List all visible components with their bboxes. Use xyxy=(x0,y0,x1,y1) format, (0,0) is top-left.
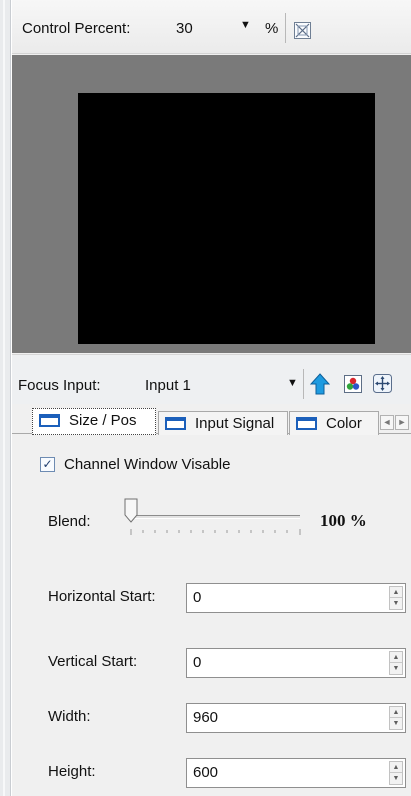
tab-label: Size / Pos xyxy=(69,412,137,429)
window-left-border xyxy=(0,0,11,796)
width-value: 960 xyxy=(193,709,219,726)
focus-input-label: Focus Input: xyxy=(18,377,101,394)
toolbar-separator xyxy=(303,369,304,399)
blend-value: 100 % xyxy=(320,511,367,530)
move-arrows-icon[interactable] xyxy=(373,374,392,393)
width-spinner[interactable]: ▲ ▼ xyxy=(389,706,403,730)
width-label: Width: xyxy=(48,708,91,725)
height-input[interactable]: 600 ▲ ▼ xyxy=(186,758,406,788)
percent-unit: % xyxy=(265,20,279,37)
tab-color[interactable]: Color xyxy=(289,411,379,435)
spin-up-icon[interactable]: ▲ xyxy=(390,652,402,663)
height-spinner[interactable]: ▲ ▼ xyxy=(389,761,403,785)
window-icon xyxy=(165,417,186,430)
upload-arrow-icon[interactable] xyxy=(309,373,331,395)
vertical-start-label: Vertical Start: xyxy=(48,653,138,670)
channel-window-visible-checkbox[interactable]: ✓ xyxy=(40,457,55,472)
spin-down-icon[interactable]: ▼ xyxy=(390,773,402,784)
width-input[interactable]: 960 ▲ ▼ xyxy=(186,703,406,733)
focus-input-select[interactable]: Input 1 xyxy=(145,377,191,394)
tab-size-pos[interactable]: Size / Pos xyxy=(32,408,156,435)
tab-label: Color xyxy=(326,415,362,432)
fit-window-icon[interactable] xyxy=(294,22,311,39)
blend-slider-thumb[interactable] xyxy=(124,498,138,523)
blend-slider-ticks xyxy=(130,529,301,535)
vertical-start-spinner[interactable]: ▲ ▼ xyxy=(389,651,403,675)
horizontal-start-value: 0 xyxy=(193,589,202,606)
size-pos-tab-content: ✓ Channel Window Visable Blend: 100 % Ho… xyxy=(12,435,411,796)
spin-down-icon[interactable]: ▼ xyxy=(390,598,402,609)
settings-tab-strip: Size / Pos Input Signal Color ◄ ► xyxy=(12,406,411,435)
tab-label: Input Signal xyxy=(195,415,275,432)
height-value: 600 xyxy=(193,764,219,781)
height-label: Height: xyxy=(48,763,96,780)
chevron-down-icon[interactable]: ▼ xyxy=(287,377,298,389)
tab-scroll-left-button[interactable]: ◄ xyxy=(380,415,394,430)
vertical-start-input[interactable]: 0 ▲ ▼ xyxy=(186,648,406,678)
spin-down-icon[interactable]: ▼ xyxy=(390,718,402,729)
window-icon xyxy=(39,414,60,427)
blend-slider-track[interactable] xyxy=(130,515,300,519)
tab-scroll-right-button[interactable]: ► xyxy=(395,415,409,430)
control-percent-toolbar: Control Percent: 30 ▼ % xyxy=(12,0,411,54)
channel-control-panel: Control Percent: 30 ▼ % Focus Input: Inp… xyxy=(12,0,411,796)
blend-label: Blend: xyxy=(48,513,91,530)
horizontal-start-label: Horizontal Start: xyxy=(48,588,156,605)
spin-down-icon[interactable]: ▼ xyxy=(390,663,402,674)
rgb-color-icon[interactable] xyxy=(344,375,362,393)
channel-window-preview[interactable] xyxy=(78,93,375,344)
spin-up-icon[interactable]: ▲ xyxy=(390,587,402,598)
tab-input-signal[interactable]: Input Signal xyxy=(158,411,288,435)
window-icon xyxy=(296,417,317,430)
focus-input-toolbar: Focus Input: Input 1 ▼ xyxy=(12,354,411,404)
spin-up-icon[interactable]: ▲ xyxy=(390,762,402,773)
chevron-down-icon[interactable]: ▼ xyxy=(240,19,251,31)
spin-up-icon[interactable]: ▲ xyxy=(390,707,402,718)
horizontal-start-spinner[interactable]: ▲ ▼ xyxy=(389,586,403,610)
horizontal-start-input[interactable]: 0 ▲ ▼ xyxy=(186,583,406,613)
vertical-start-value: 0 xyxy=(193,654,202,671)
toolbar-separator xyxy=(285,13,286,43)
control-percent-label: Control Percent: xyxy=(22,20,131,37)
preview-area xyxy=(12,55,411,353)
control-percent-value[interactable]: 30 xyxy=(176,20,193,37)
channel-window-visible-label: Channel Window Visable xyxy=(64,456,231,473)
